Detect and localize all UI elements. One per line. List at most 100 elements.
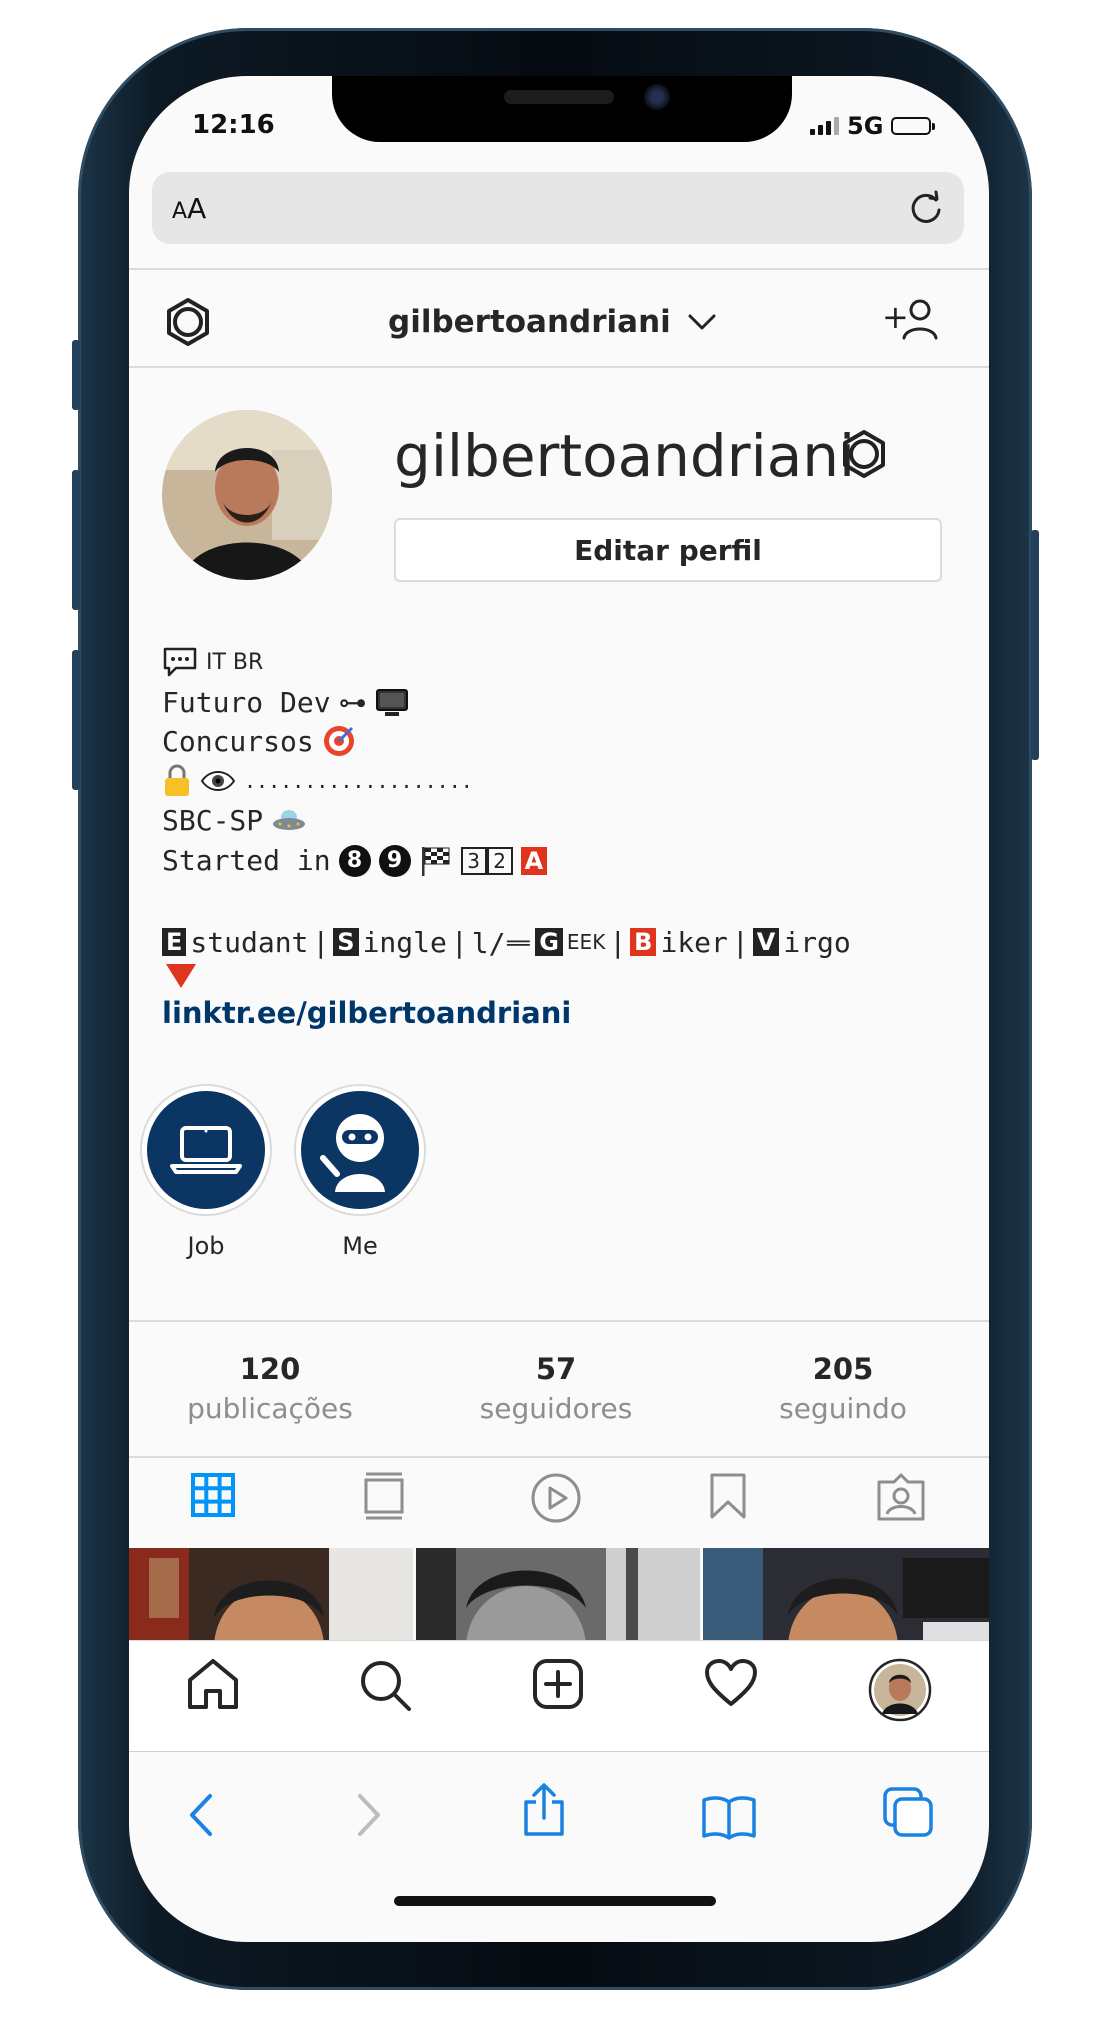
bio-concursos: Concursos	[162, 724, 314, 758]
tagged-icon[interactable]	[876, 1472, 926, 1526]
bio-word: iker	[660, 925, 728, 959]
bio-dots: ...................	[244, 769, 473, 793]
battery-icon	[891, 117, 936, 135]
post-thumbnail[interactable]	[129, 1548, 413, 1640]
text-size-button[interactable]: AA	[172, 192, 206, 225]
divider	[129, 1320, 989, 1322]
heart-icon[interactable]	[704, 1658, 758, 1712]
stat-value: 205	[812, 1352, 874, 1386]
letter-box: 2	[486, 846, 513, 875]
profile-avatar[interactable]	[162, 410, 332, 580]
add-user-icon[interactable]: +	[882, 296, 942, 348]
earpiece	[504, 90, 614, 104]
bio-line-3: Concursos	[162, 724, 356, 758]
url-bar[interactable]: AA	[152, 172, 964, 244]
reload-icon[interactable]	[906, 188, 946, 232]
volume-down-button	[72, 650, 80, 790]
letter-box-red: B	[630, 928, 657, 956]
bio-link[interactable]: linktr.ee/gilbertoandriani	[162, 996, 571, 1030]
stat-value: 57	[535, 1352, 577, 1386]
stat-label: seguindo	[779, 1392, 907, 1425]
network-label: 5G	[847, 112, 884, 140]
eye-icon	[200, 767, 236, 795]
letter-box-red: A	[520, 846, 548, 875]
bio-started-in: Started in	[162, 844, 331, 877]
highlight-job[interactable]	[140, 1084, 272, 1216]
tabs-icon[interactable]	[882, 1786, 934, 1842]
divider	[129, 1751, 989, 1752]
home-icon[interactable]	[186, 1658, 240, 1714]
bio-future-dev: Futuro Dev	[162, 686, 331, 719]
chevron-down-icon	[687, 304, 717, 340]
stat-following[interactable]: 205 seguindo	[723, 1352, 963, 1425]
divider	[129, 366, 989, 368]
bio-word: l/ᆖ	[471, 927, 532, 960]
highlight-label: Job	[187, 1232, 225, 1260]
new-post-icon[interactable]	[532, 1658, 584, 1714]
number-badge: 8	[338, 844, 371, 877]
bio-location: SBC-SP	[162, 804, 264, 837]
letter-box: 3	[460, 846, 487, 875]
separator: |	[609, 925, 627, 959]
post-thumbnail[interactable]	[416, 1548, 700, 1640]
options-gear-icon[interactable]	[838, 428, 890, 484]
bio-it-br: IT BR	[206, 649, 264, 675]
gear-icon[interactable]	[162, 296, 214, 352]
volume-up-button	[72, 470, 80, 610]
divider	[129, 1456, 989, 1458]
edit-profile-button[interactable]: Editar perfil	[394, 518, 942, 582]
reels-icon[interactable]	[530, 1472, 582, 1528]
bio-word: EEK	[566, 930, 606, 954]
post-thumbnail[interactable]	[703, 1548, 989, 1640]
signal-icon	[810, 117, 839, 135]
separator: |	[312, 925, 330, 959]
profile-username: gilbertoandriani	[394, 422, 856, 490]
letter-box-dark: S	[333, 928, 359, 956]
notch	[332, 76, 792, 142]
account-switcher[interactable]: gilbertoandriani	[388, 304, 717, 340]
forward-icon[interactable]	[354, 1792, 384, 1842]
bio-line-6: Started in 8 9 32 A	[162, 844, 548, 877]
key-glyph: ⊶	[338, 686, 367, 719]
power-button	[1031, 530, 1039, 760]
share-icon[interactable]	[522, 1782, 566, 1842]
bio-line-5: SBC-SP	[162, 804, 307, 837]
home-indicator[interactable]	[394, 1896, 716, 1906]
stat-posts[interactable]: 120 publicações	[150, 1352, 390, 1425]
status-time: 12:16	[192, 110, 275, 140]
front-camera	[644, 84, 670, 110]
bio-line-4: ...................	[162, 764, 473, 798]
stat-label: publicações	[187, 1392, 353, 1425]
search-icon[interactable]	[358, 1658, 412, 1716]
bio-word: irgo	[783, 925, 851, 959]
bio-line-1: IT BR	[162, 646, 263, 678]
stat-followers[interactable]: 57 seguidores	[436, 1352, 676, 1425]
desktop-computer-icon	[375, 688, 409, 718]
bio-line-2: Futuro Dev ⊶	[162, 686, 409, 719]
number-badge: 9	[378, 844, 411, 877]
svg-text:+: +	[882, 298, 909, 336]
profile-nav-avatar[interactable]	[868, 1658, 932, 1726]
letter-box-dark: G	[535, 928, 563, 956]
grid-icon[interactable]	[190, 1472, 236, 1522]
target-icon	[322, 724, 356, 758]
red-triangle-icon	[164, 962, 198, 994]
saved-icon[interactable]	[708, 1472, 748, 1524]
highlight-label: Me	[342, 1232, 378, 1260]
lock-icon	[162, 764, 192, 798]
divider	[129, 268, 989, 270]
bio-word: studant	[190, 925, 309, 959]
back-icon[interactable]	[186, 1792, 216, 1842]
bio-word: ingle	[362, 925, 447, 959]
bio-line-7: Estudant | Single | l/ᆖ G EEK | Biker | V…	[162, 922, 851, 962]
bookmarks-icon[interactable]	[700, 1794, 758, 1844]
separator: |	[450, 925, 468, 959]
header-username: gilbertoandriani	[388, 304, 671, 340]
status-indicators: 5G	[810, 112, 936, 140]
feed-icon[interactable]	[362, 1472, 406, 1524]
ufo-icon	[271, 808, 307, 834]
highlight-me[interactable]	[294, 1084, 426, 1216]
robot-icon	[320, 1114, 385, 1192]
laptop-icon	[170, 1126, 242, 1174]
letter-box-dark: V	[752, 928, 780, 956]
